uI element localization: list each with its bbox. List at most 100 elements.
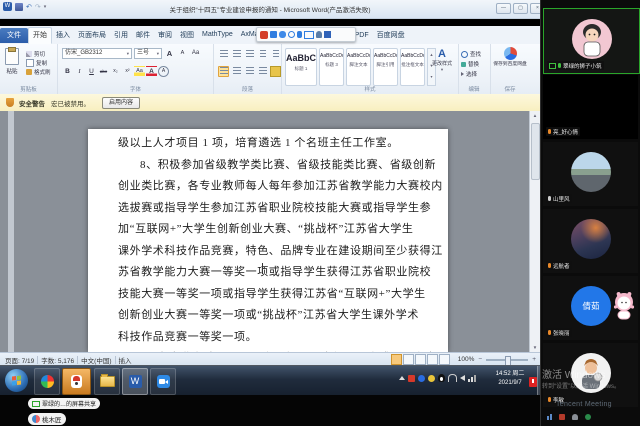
- people-tray-icon[interactable]: [572, 414, 578, 420]
- view-fullscreen-icon[interactable]: [403, 354, 414, 365]
- tray-speaker-icon[interactable]: [460, 375, 465, 381]
- text-highlight-icon[interactable]: Aa: [134, 66, 145, 77]
- taskbar-clock[interactable]: 14:52 周二 2021/9/7: [488, 370, 532, 388]
- tab-baidu-netdisk[interactable]: 百度网盘: [373, 28, 409, 43]
- cut-button[interactable]: 剪切: [26, 49, 51, 58]
- tab-home[interactable]: 开始: [28, 27, 52, 44]
- line-spacing-icon[interactable]: [257, 66, 268, 77]
- status-language[interactable]: 中文(中国): [81, 355, 111, 365]
- font-size-combobox[interactable]: 三号 ▾: [134, 48, 162, 59]
- numbering-icon[interactable]: [231, 49, 242, 60]
- annotation-mic-icon[interactable]: [297, 31, 302, 38]
- taskbar-active-app-button[interactable]: [62, 368, 91, 395]
- style-heading1[interactable]: AaBbC 标题 1: [285, 48, 317, 86]
- tab-file[interactable]: 文件: [0, 28, 28, 43]
- tray-360-icon[interactable]: [408, 375, 415, 382]
- undo-icon[interactable]: ↶: [26, 3, 32, 11]
- copy-button[interactable]: 复制: [26, 58, 51, 67]
- tab-mailings[interactable]: 邮件: [132, 28, 154, 43]
- strikethrough-icon[interactable]: abc: [98, 66, 109, 77]
- style-heading3[interactable]: AaBbCcDd 标题 3: [319, 48, 344, 86]
- shading-icon[interactable]: [270, 66, 281, 77]
- annotation-more-icon[interactable]: [324, 31, 331, 38]
- vertical-scrollbar[interactable]: ▲ ▼: [529, 111, 540, 352]
- align-distribute-icon[interactable]: [218, 66, 229, 77]
- multilevel-list-icon[interactable]: [244, 49, 255, 60]
- participant-tile[interactable]: 翠绿的狮子小筑: [543, 8, 640, 74]
- scrollbar-down-icon[interactable]: ▼: [530, 343, 540, 352]
- paste-button[interactable]: 粘贴: [5, 48, 19, 75]
- participant-tile[interactable]: 山里风: [543, 142, 638, 206]
- subscript-icon[interactable]: x₂: [110, 66, 121, 77]
- style-footnote-text[interactable]: AaBbCcDdE 脚注文本: [346, 48, 371, 86]
- replace-button[interactable]: 替换: [461, 59, 481, 69]
- taskbar-meeting-button[interactable]: [150, 368, 176, 395]
- participant-tile[interactable]: 远航者: [543, 209, 638, 273]
- zoom-in-icon[interactable]: +: [532, 356, 536, 363]
- font-name-combobox[interactable]: 仿宋_GB2312 ▾: [62, 48, 132, 59]
- red-tray-icon[interactable]: [559, 414, 565, 420]
- status-word-count[interactable]: 字数: 5,176: [41, 355, 74, 365]
- superscript-icon[interactable]: x²: [122, 66, 133, 77]
- redo-icon[interactable]: ↷: [35, 3, 41, 11]
- font-color-icon[interactable]: A: [146, 66, 157, 77]
- change-styles-button[interactable]: A 更改样式 ▾: [428, 48, 456, 73]
- taskbar-word-button[interactable]: W: [122, 368, 148, 395]
- save-to-baidu-button[interactable]: 保存到百度网盘: [493, 47, 527, 68]
- green-tray-icon[interactable]: [585, 414, 591, 420]
- status-page-count[interactable]: 页面: 7/19: [5, 355, 34, 365]
- save-icon[interactable]: [15, 3, 23, 11]
- scrollbar-thumb[interactable]: [531, 123, 540, 180]
- view-web-layout-icon[interactable]: [415, 354, 426, 365]
- participant-tile[interactable]: 亮_好心情: [543, 75, 638, 139]
- underline-icon[interactable]: U: [86, 66, 97, 77]
- scrollbar-up-icon[interactable]: ▲: [530, 111, 540, 120]
- tray-up-arrow-icon[interactable]: [399, 376, 405, 380]
- change-case-icon[interactable]: Aa: [190, 48, 201, 59]
- view-draft-icon[interactable]: [439, 354, 450, 365]
- annotation-member-icon[interactable]: [316, 31, 322, 38]
- zoom-slider[interactable]: [486, 359, 528, 361]
- start-button[interactable]: [5, 369, 28, 392]
- annotation-pointer-icon[interactable]: [270, 31, 277, 38]
- taskbar-360-button[interactable]: [34, 368, 60, 395]
- enable-content-button[interactable]: 启用内容: [102, 97, 140, 109]
- tray-network-icon[interactable]: [468, 375, 476, 382]
- zoom-out-icon[interactable]: −: [478, 356, 482, 363]
- tab-page-layout[interactable]: 页面布局: [74, 28, 110, 43]
- annotation-screen-icon[interactable]: [304, 31, 314, 39]
- view-outline-icon[interactable]: [427, 354, 438, 365]
- chart-tray-icon[interactable]: [547, 414, 552, 420]
- tray-yellow-icon[interactable]: [428, 375, 435, 382]
- select-button[interactable]: 选择: [461, 69, 481, 79]
- tab-mathtype[interactable]: MathType: [198, 29, 237, 41]
- tray-alert-badge[interactable]: [529, 377, 537, 387]
- tab-view[interactable]: 视图: [176, 28, 198, 43]
- tray-qq-icon[interactable]: [438, 374, 445, 382]
- tab-references[interactable]: 引用: [110, 28, 132, 43]
- increase-indent-icon[interactable]: [270, 49, 281, 60]
- minimize-button[interactable]: —: [496, 3, 511, 14]
- format-painter-button[interactable]: 格式刷: [26, 67, 51, 76]
- align-center-icon[interactable]: [231, 66, 242, 77]
- annotation-shape-icon[interactable]: [288, 31, 295, 38]
- align-right-icon[interactable]: [244, 66, 255, 77]
- annotation-pen-icon[interactable]: [279, 31, 286, 38]
- maximize-button[interactable]: ▢: [513, 3, 528, 14]
- participant-tile[interactable]: 倩茹 张晓丽: [543, 276, 638, 340]
- meeting-annotation-toolbar[interactable]: [256, 27, 356, 42]
- style-footnote-ref[interactable]: AaBbCcDdE 脚注引用: [373, 48, 398, 86]
- tab-insert[interactable]: 插入: [52, 28, 74, 43]
- view-print-layout-icon[interactable]: [391, 354, 402, 365]
- enclose-char-icon[interactable]: A: [158, 66, 169, 77]
- zoom-slider-thumb[interactable]: [505, 356, 511, 366]
- italic-icon[interactable]: I: [74, 66, 85, 77]
- taskbar-explorer-button[interactable]: [94, 368, 120, 395]
- find-button[interactable]: 查找: [461, 49, 481, 59]
- style-comment-text[interactable]: AaBbCcDdE 批注框文本: [400, 48, 425, 86]
- grow-font-icon[interactable]: A: [164, 48, 175, 59]
- zoom-level[interactable]: 100%: [458, 356, 475, 363]
- shrink-font-icon[interactable]: A: [177, 48, 188, 59]
- status-insert-mode[interactable]: 插入: [119, 355, 132, 365]
- qat-dropdown-icon[interactable]: ▾: [44, 4, 47, 10]
